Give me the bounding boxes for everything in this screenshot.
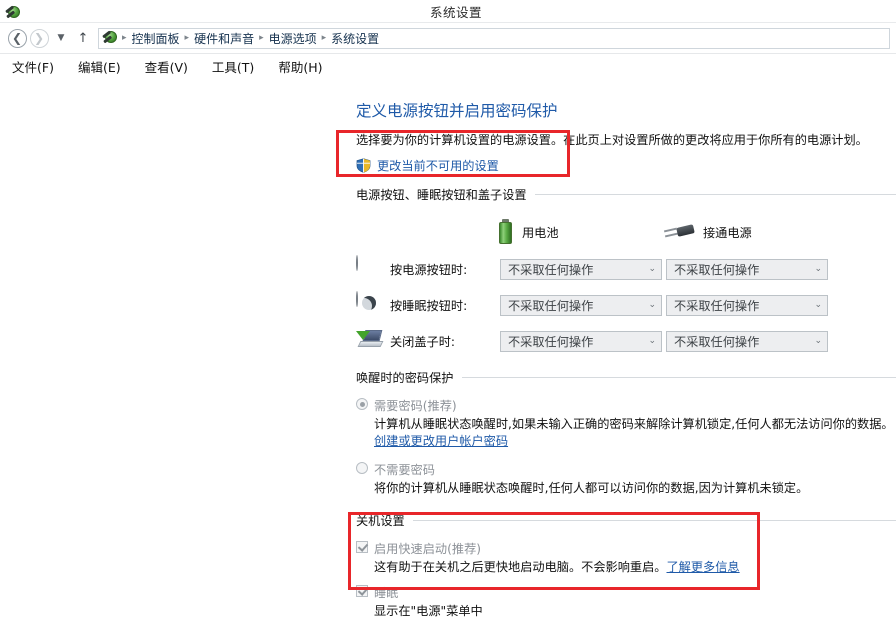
radio-no-password-label: 不需要密码 (374, 460, 435, 478)
up-arrow-icon: ↑ (78, 31, 89, 46)
power-button-battery-value: 不采取任何操作 (508, 260, 593, 278)
checkbox-sleep[interactable]: 睡眠 (356, 583, 896, 601)
menu-item-file[interactable]: 文件(F) (12, 57, 54, 76)
power-plug-icon (664, 223, 694, 241)
radio-require-password-label: 需要密码(推荐) (374, 396, 457, 414)
breadcrumb-separator: ▸ (256, 33, 267, 43)
power-button-icon (356, 256, 382, 282)
password-options: 需要密码(推荐) 计算机从睡眠状态唤醒时,如果未输入正确的密码来解除计算机锁定,… (356, 396, 896, 497)
column-header-plugged-in: 接通电源 (664, 223, 830, 241)
password-group-header: 唤醒时的密码保护 (356, 368, 896, 386)
power-buttons-group-header: 电源按钮、睡眠按钮和盖子设置 (356, 185, 896, 203)
chevron-down-icon: ⌄ (648, 300, 656, 310)
forward-arrow-icon: ❯ (30, 29, 49, 48)
breadcrumb-item-control-panel[interactable]: 控制面板 (130, 30, 182, 47)
checkbox-sleep-description: 显示在"电源"菜单中 (374, 603, 894, 620)
change-unavailable-settings-link[interactable]: 更改当前不可用的设置 (356, 156, 896, 174)
control-panel-icon (103, 30, 119, 46)
learn-more-link[interactable]: 了解更多信息 (667, 560, 740, 574)
sleep-button-plugged-value: 不采取任何操作 (674, 296, 759, 314)
recent-locations-button[interactable]: ▼ (50, 27, 72, 49)
battery-icon (498, 219, 513, 245)
close-lid-plugged-value: 不采取任何操作 (674, 332, 759, 350)
radio-require-password[interactable]: 需要密码(推荐) (356, 396, 896, 414)
setting-row-sleep-button: 按睡眠按钮时: 不采取任何操作 ⌄ 不采取任何操作 ⌄ (356, 287, 896, 323)
setting-label-sleep-button: 按睡眠按钮时: (390, 296, 500, 314)
chevron-down-icon: ▼ (58, 33, 65, 43)
breadcrumb-item-system-settings[interactable]: 系统设置 (329, 30, 381, 47)
checkbox-icon (356, 585, 368, 597)
laptop-lid-icon (356, 328, 382, 354)
window-title: 系统设置 (16, 2, 896, 21)
setting-row-close-lid: 关闭盖子时: 不采取任何操作 ⌄ 不采取任何操作 ⌄ (356, 323, 896, 359)
column-header-battery-label: 用电池 (522, 223, 559, 241)
group-divider (535, 194, 896, 195)
password-group-label: 唤醒时的密码保护 (356, 368, 462, 386)
change-unavailable-settings-label: 更改当前不可用的设置 (377, 156, 499, 174)
menu-bar: 文件(F) 编辑(E) 查看(V) 工具(T) 帮助(H) (0, 54, 896, 79)
close-lid-battery-value: 不采取任何操作 (508, 332, 593, 350)
breadcrumb-item-hardware-sound[interactable]: 硬件和声音 (192, 30, 256, 47)
title-bar: 系统设置 (0, 0, 896, 23)
checkbox-fast-startup-description: 这有助于在关机之后更快地启动电脑。不会影响重启。了解更多信息 (374, 559, 894, 576)
radio-no-password-description: 将你的计算机从睡眠状态唤醒时,任何人都可以访问你的数据,因为计算机未锁定。 (374, 480, 894, 497)
radio-button-icon (356, 398, 368, 410)
radio-no-password[interactable]: 不需要密码 (356, 460, 896, 478)
breadcrumb-item-power-options[interactable]: 电源选项 (267, 30, 319, 47)
checkbox-fast-startup[interactable]: 启用快速启动(推荐) (356, 539, 896, 557)
menu-item-help[interactable]: 帮助(H) (278, 57, 322, 76)
sleep-moon-icon (356, 292, 382, 318)
checkbox-icon (356, 541, 368, 553)
breadcrumb-separator: ▸ (182, 33, 193, 43)
close-lid-plugged-dropdown[interactable]: 不采取任何操作 ⌄ (666, 331, 828, 352)
setting-label-close-lid: 关闭盖子时: (390, 332, 500, 350)
uac-shield-icon (356, 158, 371, 173)
chevron-down-icon: ⌄ (814, 300, 822, 310)
menu-item-view[interactable]: 查看(V) (145, 57, 188, 76)
shutdown-options: 启用快速启动(推荐) 这有助于在关机之后更快地启动电脑。不会影响重启。了解更多信… (356, 539, 896, 620)
chevron-down-icon: ⌄ (814, 336, 822, 346)
setting-row-power-button: 按电源按钮时: 不采取任何操作 ⌄ 不采取任何操作 ⌄ (356, 251, 896, 287)
shutdown-group-label: 关机设置 (356, 511, 413, 529)
back-button[interactable]: ❮ (6, 27, 28, 49)
checkbox-sleep-label: 睡眠 (374, 583, 398, 601)
address-bar[interactable]: ▸ 控制面板 ▸ 硬件和声音 ▸ 电源选项 ▸ 系统设置 (98, 28, 890, 49)
power-buttons-group-label: 电源按钮、睡眠按钮和盖子设置 (356, 185, 535, 203)
checkbox-fast-startup-label: 启用快速启动(推荐) (374, 539, 481, 557)
forward-button[interactable]: ❯ (28, 27, 50, 49)
column-header-battery: 用电池 (498, 219, 664, 245)
column-headers: 用电池 接通电源 (356, 213, 896, 251)
navigation-toolbar: ❮ ❯ ▼ ↑ ▸ 控制面板 ▸ 硬件和声音 ▸ 电源选项 ▸ 系统设置 (0, 23, 896, 54)
breadcrumb-separator: ▸ (119, 33, 130, 43)
menu-item-edit[interactable]: 编辑(E) (78, 57, 121, 76)
require-password-desc-text: 计算机从睡眠状态唤醒时,如果未输入正确的密码来解除计算机锁定,任何人都无法访问你… (374, 417, 894, 431)
shutdown-group-header: 关机设置 (356, 511, 896, 529)
power-button-plugged-value: 不采取任何操作 (674, 260, 759, 278)
sleep-button-battery-value: 不采取任何操作 (508, 296, 593, 314)
sleep-button-plugged-dropdown[interactable]: 不采取任何操作 ⌄ (666, 295, 828, 316)
control-panel-icon (6, 5, 22, 21)
page-description: 选择要为你的计算机设置的电源设置。在此页上对设置所做的更改将应用于你所有的电源计… (356, 130, 896, 148)
breadcrumb-separator: ▸ (319, 33, 330, 43)
power-button-plugged-dropdown[interactable]: 不采取任何操作 ⌄ (666, 259, 828, 280)
chevron-down-icon: ⌄ (648, 336, 656, 346)
column-header-plugged-in-label: 接通电源 (703, 223, 752, 241)
radio-require-password-description: 计算机从睡眠状态唤醒时,如果未输入正确的密码来解除计算机锁定,任何人都无法访问你… (374, 416, 894, 450)
group-divider (462, 377, 896, 378)
chevron-down-icon: ⌄ (814, 264, 822, 274)
radio-button-icon (356, 462, 368, 474)
content-pane: 定义电源按钮并启用密码保护 选择要为你的计算机设置的电源设置。在此页上对设置所做… (0, 79, 896, 620)
back-arrow-icon: ❮ (8, 29, 27, 48)
sleep-button-battery-dropdown[interactable]: 不采取任何操作 ⌄ (500, 295, 662, 316)
page-title: 定义电源按钮并启用密码保护 (356, 99, 896, 121)
group-divider (413, 520, 896, 521)
close-lid-battery-dropdown[interactable]: 不采取任何操作 ⌄ (500, 331, 662, 352)
power-button-battery-dropdown[interactable]: 不采取任何操作 ⌄ (500, 259, 662, 280)
create-change-password-link[interactable]: 创建或更改用户帐户密码 (374, 434, 508, 448)
setting-label-power-button: 按电源按钮时: (390, 260, 500, 278)
up-one-level-button[interactable]: ↑ (72, 27, 94, 49)
fast-startup-desc-text: 这有助于在关机之后更快地启动电脑。不会影响重启。 (374, 560, 667, 574)
menu-item-tools[interactable]: 工具(T) (212, 57, 254, 76)
chevron-down-icon: ⌄ (648, 264, 656, 274)
